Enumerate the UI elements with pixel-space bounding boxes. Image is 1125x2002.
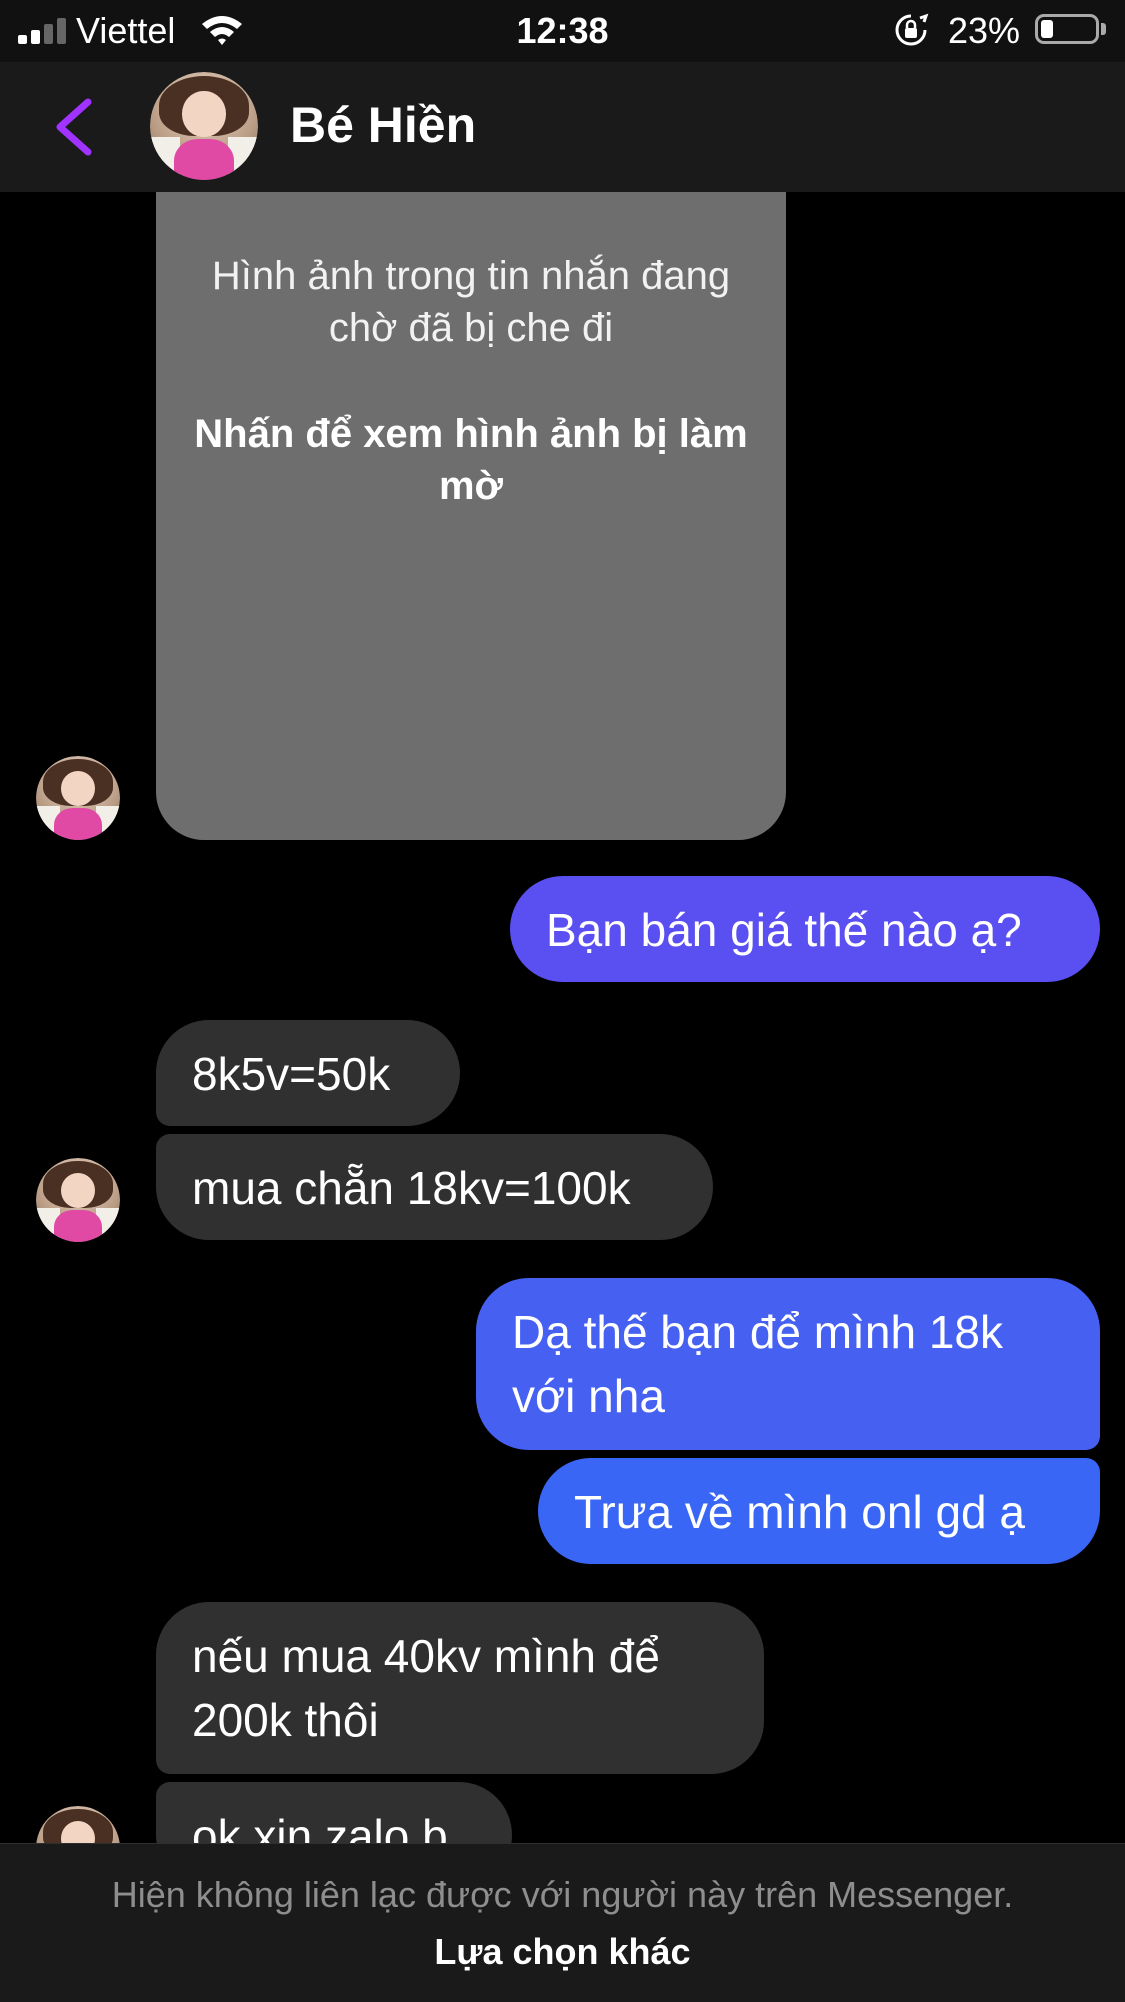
other-options-link[interactable]: Lựa chọn khác [434, 1931, 690, 1972]
message-list[interactable]: Hình ảnh trong tin nhắn đang chờ đã bị c… [0, 0, 1125, 1843]
battery-cap [1101, 23, 1106, 35]
chevron-left-icon[interactable] [44, 92, 114, 162]
outgoing-message[interactable]: Dạ thế bạn để mình 18k với nha [476, 1278, 1100, 1450]
contact-avatar[interactable] [36, 756, 120, 840]
view-blurred-image-action[interactable]: Nhấn để xem hình ảnh bị làm mờ [186, 408, 756, 512]
incoming-message[interactable]: nếu mua 40kv mình để 200k thôi [156, 1602, 764, 1774]
contact-avatar[interactable] [36, 1158, 120, 1242]
status-bar: Viettel 12:38 23% [0, 0, 1125, 62]
outgoing-message[interactable]: Bạn bán giá thế nào ạ? [510, 876, 1100, 982]
conversation-header: Bé Hiền [0, 62, 1125, 192]
battery-level [1041, 20, 1053, 38]
contact-avatar[interactable] [36, 1806, 120, 1843]
incoming-message[interactable]: ok xin zalo b [156, 1782, 512, 1843]
blurred-image-notice: Hình ảnh trong tin nhắn đang chờ đã bị c… [211, 254, 731, 350]
contact-name[interactable]: Bé Hiền [290, 96, 476, 154]
unavailable-notice-bar: Hiện không liên lạc được với người này t… [0, 1843, 1125, 2002]
orientation-lock-icon [895, 13, 929, 46]
incoming-message[interactable]: mua chẵn 18kv=100k [156, 1134, 713, 1240]
blurred-image-message[interactable]: Hình ảnh trong tin nhắn đang chờ đã bị c… [156, 150, 786, 840]
contact-avatar[interactable] [150, 72, 258, 180]
battery-icon [1035, 14, 1099, 44]
outgoing-message[interactable]: Trưa về mình onl gd ạ [538, 1458, 1100, 1564]
unavailable-notice: Hiện không liên lạc được với người này t… [111, 1874, 1014, 1915]
incoming-message[interactable]: 8k5v=50k [156, 1020, 460, 1126]
battery-percent: 23% [948, 10, 1021, 51]
